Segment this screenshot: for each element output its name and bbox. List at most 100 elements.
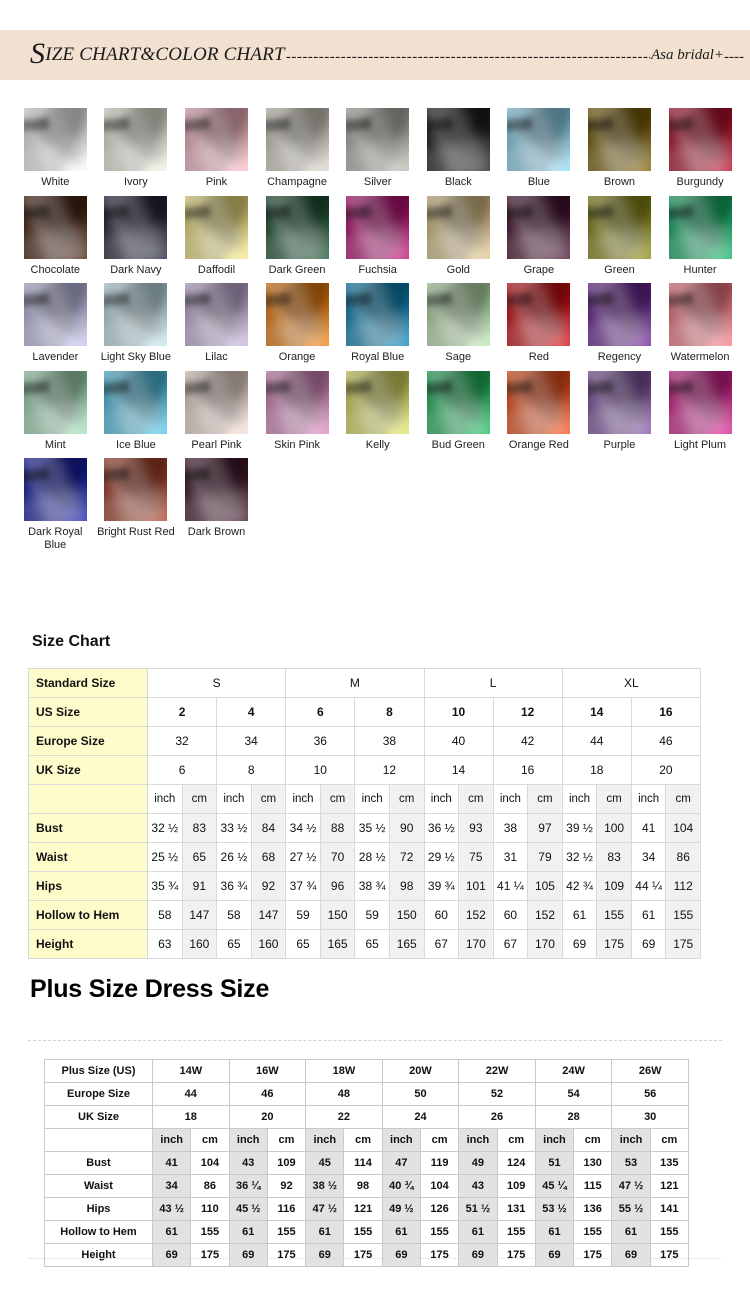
color-swatch-item[interactable]: Bud Green bbox=[418, 370, 499, 452]
color-swatch-chip[interactable] bbox=[265, 370, 329, 434]
color-swatch-item[interactable]: Grape bbox=[499, 195, 580, 277]
color-swatch-item[interactable]: Hunter bbox=[660, 195, 741, 277]
color-swatch-chip[interactable] bbox=[507, 195, 571, 259]
color-swatch-item[interactable]: Champagne bbox=[257, 108, 338, 189]
color-swatch-chip[interactable] bbox=[346, 370, 410, 434]
color-swatch-chip[interactable] bbox=[265, 108, 329, 171]
color-swatch-item[interactable]: Lavender bbox=[15, 283, 96, 364]
fabric-fold-shading bbox=[184, 311, 248, 346]
color-swatch-item[interactable]: Bright Rust Red bbox=[96, 458, 177, 551]
color-swatch-item[interactable]: Gold bbox=[418, 195, 499, 277]
color-swatch-item[interactable]: Burgundy bbox=[660, 108, 741, 189]
color-swatch-chip[interactable] bbox=[23, 458, 87, 521]
banner-content: SIZE CHART&COLOR CHART -----------------… bbox=[30, 30, 750, 80]
color-swatch-item[interactable]: Lilac bbox=[176, 283, 257, 364]
color-swatch-chip[interactable] bbox=[507, 108, 571, 171]
measurement-cell: 39 ¾ bbox=[423, 871, 460, 901]
color-swatch-item[interactable]: Blue bbox=[499, 108, 580, 189]
color-swatch-chip[interactable] bbox=[507, 283, 571, 346]
color-swatch-item[interactable]: Dark Brown bbox=[176, 458, 257, 551]
color-swatch-chip[interactable] bbox=[426, 283, 490, 346]
fabric-fold-shading bbox=[587, 283, 649, 346]
color-swatch-item[interactable]: Kelly bbox=[337, 370, 418, 452]
color-swatch-chip[interactable] bbox=[426, 108, 490, 171]
color-swatch-item[interactable]: Watermelon bbox=[660, 283, 741, 364]
color-swatch-chip[interactable] bbox=[668, 370, 732, 434]
color-swatch-item[interactable]: Light Plum bbox=[660, 370, 741, 452]
color-swatch-item[interactable]: Light Sky Blue bbox=[96, 283, 177, 364]
color-swatch-item[interactable]: Pearl Pink bbox=[176, 370, 257, 452]
row-header-uk-size: UK Size bbox=[28, 755, 148, 785]
color-swatch-chip[interactable] bbox=[23, 370, 87, 434]
color-swatch-chip[interactable] bbox=[587, 370, 651, 434]
color-swatch-chip[interactable] bbox=[104, 283, 168, 346]
measurement-cell: 59 bbox=[285, 900, 321, 930]
color-swatch-item[interactable]: Mint bbox=[15, 370, 96, 452]
color-swatch-chip[interactable] bbox=[104, 458, 168, 521]
fabric-fold-shading bbox=[426, 136, 490, 171]
fabric-fold-shading bbox=[676, 283, 732, 340]
color-swatch-item[interactable]: Dark Green bbox=[257, 195, 338, 277]
fabric-fold-shading bbox=[184, 195, 248, 259]
color-swatch-item[interactable]: Ice Blue bbox=[96, 370, 177, 452]
fabric-fold-shading bbox=[426, 380, 453, 395]
color-swatch-chip[interactable] bbox=[587, 108, 651, 171]
color-swatch-item[interactable]: Orange bbox=[257, 283, 338, 364]
color-swatch-chip[interactable] bbox=[184, 283, 248, 346]
fabric-fold-shading bbox=[346, 370, 410, 434]
color-swatch-item[interactable]: Purple bbox=[579, 370, 660, 452]
color-swatch-item[interactable]: Dark Royal Blue bbox=[15, 458, 96, 551]
color-swatch-item[interactable]: Black bbox=[418, 108, 499, 189]
color-swatch-item[interactable]: Regency bbox=[579, 283, 660, 364]
measurement-cell: 155 bbox=[190, 1220, 230, 1244]
color-swatch-item[interactable]: Dark Navy bbox=[96, 195, 177, 277]
color-swatch-label: Hunter bbox=[683, 263, 717, 276]
color-swatch-chip[interactable] bbox=[346, 108, 410, 171]
color-swatch-chip[interactable] bbox=[587, 283, 651, 346]
measurement-cell: 41 ¼ bbox=[492, 871, 529, 901]
color-swatch-chip[interactable] bbox=[23, 195, 87, 259]
color-swatch-chip[interactable] bbox=[104, 370, 168, 434]
fabric-fold-shading bbox=[668, 108, 732, 171]
color-swatch-chip[interactable] bbox=[346, 195, 410, 259]
plus-size-value-cell: 50 bbox=[381, 1082, 460, 1106]
color-swatch-chip[interactable] bbox=[426, 370, 490, 434]
color-swatch-chip[interactable] bbox=[668, 195, 732, 259]
color-swatch-chip[interactable] bbox=[184, 195, 248, 259]
color-swatch-chip[interactable] bbox=[184, 370, 248, 434]
size-value-cell: 6 bbox=[146, 755, 218, 785]
color-swatch-item[interactable]: Fuchsia bbox=[337, 195, 418, 277]
color-swatch-chip[interactable] bbox=[265, 283, 329, 346]
color-swatch-chip[interactable] bbox=[265, 195, 329, 259]
color-swatch-item[interactable]: Skin Pink bbox=[257, 370, 338, 452]
color-swatch-item[interactable]: Orange Red bbox=[499, 370, 580, 452]
fabric-fold-shading bbox=[23, 292, 50, 308]
color-swatch-item[interactable]: Ivory bbox=[96, 108, 177, 189]
color-swatch-chip[interactable] bbox=[104, 195, 168, 259]
color-swatch-item[interactable]: White bbox=[15, 108, 96, 189]
color-swatch-chip[interactable] bbox=[668, 108, 732, 171]
fabric-fold-shading bbox=[192, 458, 248, 515]
row-header-uk-size: UK Size bbox=[44, 1105, 153, 1129]
color-swatch-item[interactable]: Chocolate bbox=[15, 195, 96, 277]
color-swatch-chip[interactable] bbox=[587, 195, 651, 259]
color-swatch-item[interactable]: Silver bbox=[337, 108, 418, 189]
color-swatch-chip[interactable] bbox=[104, 108, 168, 171]
color-swatch-item[interactable]: Sage bbox=[418, 283, 499, 364]
fabric-fold-shading bbox=[265, 108, 329, 171]
color-swatch-chip[interactable] bbox=[184, 108, 248, 171]
color-swatch-item[interactable]: Brown bbox=[579, 108, 660, 189]
color-swatch-chip[interactable] bbox=[426, 195, 490, 259]
color-swatch-chip[interactable] bbox=[23, 283, 87, 346]
color-swatch-item[interactable]: Royal Blue bbox=[337, 283, 418, 364]
color-swatch-item[interactable]: Pink bbox=[176, 108, 257, 189]
color-swatch-item[interactable]: Green bbox=[579, 195, 660, 277]
fabric-fold-shading bbox=[507, 380, 534, 395]
color-swatch-chip[interactable] bbox=[346, 283, 410, 346]
color-swatch-chip[interactable] bbox=[184, 458, 248, 521]
color-swatch-chip[interactable] bbox=[507, 370, 571, 434]
color-swatch-item[interactable]: Daffodil bbox=[176, 195, 257, 277]
color-swatch-item[interactable]: Red bbox=[499, 283, 580, 364]
color-swatch-chip[interactable] bbox=[23, 108, 87, 171]
color-swatch-chip[interactable] bbox=[668, 283, 732, 346]
